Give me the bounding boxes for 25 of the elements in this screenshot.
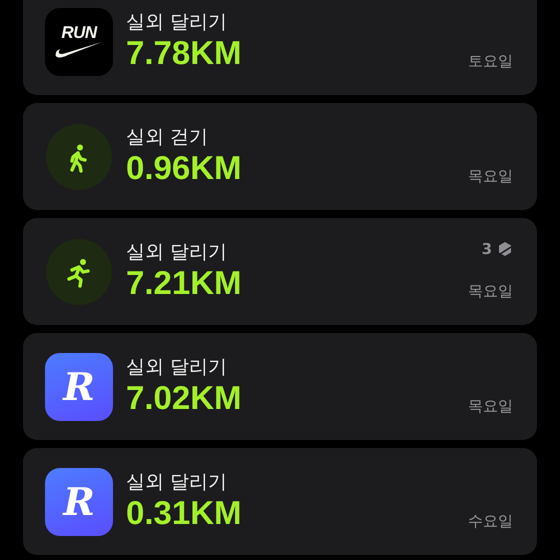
workout-title: 실외 달리기 [126,240,228,264]
weekday-label: 목요일 [468,282,513,301]
distance-value: 0.96KM [126,148,243,186]
workout-title: 실외 걷기 [126,124,210,148]
workout-title: 실외 달리기 [126,10,228,34]
logo-text: RUN [61,24,97,41]
logo-text: R [63,482,95,522]
distance-value: 7.78KM [126,34,243,72]
walking-icon [45,122,113,190]
weekday-label: 목요일 [468,167,513,186]
weekday-label: 수요일 [468,512,513,531]
weekday-label: 토요일 [468,52,513,71]
workout-card[interactable]: 실외 걷기 0.96KM 목요일 [23,103,537,210]
badge-count: 3 [482,240,492,258]
workout-title: 실외 달리기 [126,354,228,378]
weekday-label: 목요일 [468,397,513,416]
distance-value: 0.31KM [126,494,243,532]
hexagon-icon [497,241,513,257]
workout-title: 실외 달리기 [126,470,228,494]
logo-text: R [63,366,95,406]
distance-value: 7.02KM [126,378,243,416]
workout-card[interactable]: 실외 달리기 7.21KM 3 목요일 [23,218,537,325]
running-icon [45,238,113,306]
distance-value: 7.21KM [126,264,243,302]
swoosh-icon [54,41,104,59]
